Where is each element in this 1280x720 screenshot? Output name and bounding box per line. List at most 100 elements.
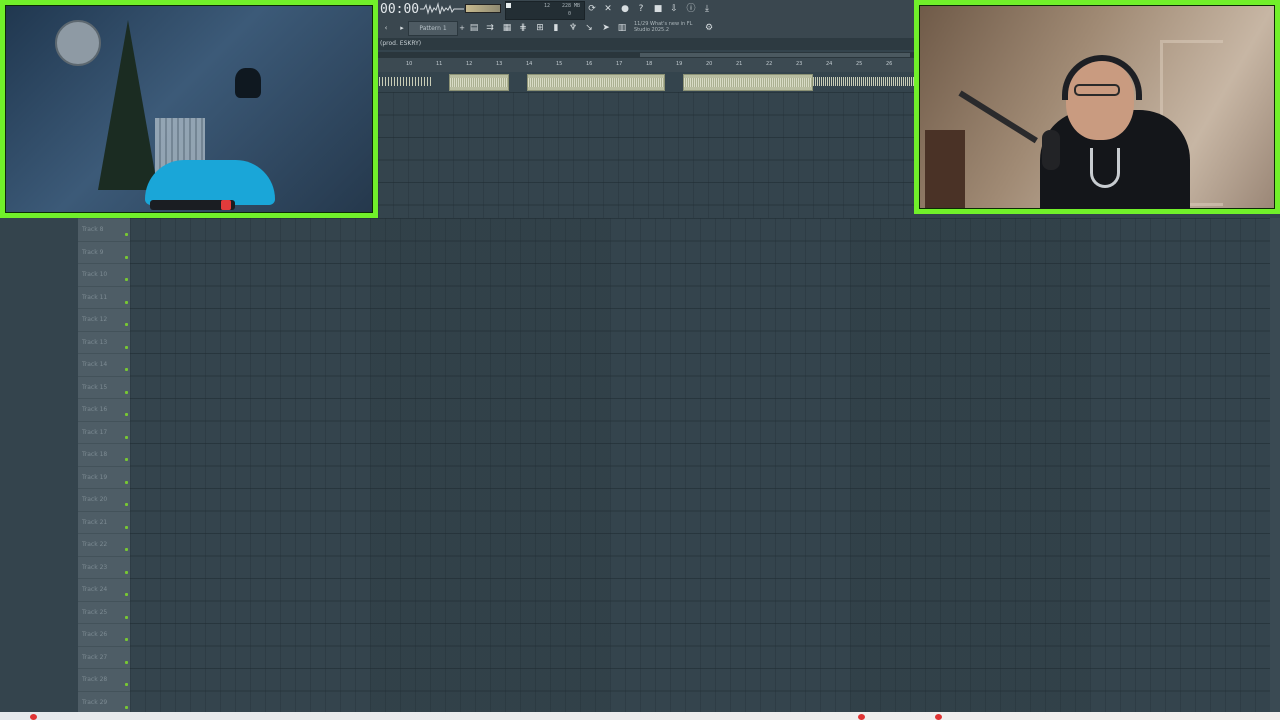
info-icon[interactable]: ⓘ	[685, 3, 697, 15]
timeline-bar-number: 21	[736, 61, 743, 67]
master-volume-slider[interactable]	[465, 4, 501, 13]
track-enable-led[interactable]	[125, 683, 128, 686]
audio-clip[interactable]	[449, 74, 509, 91]
timeline-bar-number: 12	[466, 61, 473, 67]
track-enable-led[interactable]	[125, 413, 128, 416]
track-enable-led[interactable]	[125, 480, 128, 484]
tempo-icon[interactable]: ➤	[600, 22, 612, 34]
track-enable-led[interactable]	[125, 435, 128, 439]
track-header[interactable]: Track 14	[78, 353, 130, 376]
cpu-indicator-icon	[506, 3, 511, 8]
touch-keyboard-icon[interactable]: ⊞	[534, 22, 546, 34]
track-header[interactable]: Track 13	[78, 330, 130, 354]
hanging-hat	[235, 68, 261, 98]
track-header[interactable]: Track 21	[78, 510, 130, 534]
browser-icon[interactable]: ▦	[501, 22, 513, 34]
playlist-vertical-scrollbar[interactable]	[1270, 218, 1280, 713]
track-label: Track 16	[82, 406, 108, 413]
track-header[interactable]: Track 17	[78, 420, 130, 444]
track-label: Track 24	[82, 586, 108, 593]
timeline-bar-number: 13	[496, 61, 503, 67]
download-icon[interactable]: ⤓	[701, 3, 713, 15]
track-header[interactable]: Track 28	[78, 668, 130, 691]
track-enable-led[interactable]	[125, 233, 128, 236]
settings-icon[interactable]: ⚙	[703, 22, 715, 34]
audio-clip[interactable]	[527, 74, 665, 91]
track-enable-led[interactable]	[125, 548, 128, 551]
track-label: Track 11	[82, 293, 108, 301]
track-header[interactable]: Track 9	[78, 240, 130, 264]
track-header[interactable]: Track 29	[78, 690, 130, 714]
export-icon[interactable]: ⇩	[668, 3, 680, 15]
metronome-icon[interactable]: ▥	[616, 22, 628, 34]
news-panel[interactable]: 11/29 What's new in FL Studio 2025.2	[634, 21, 704, 33]
track-enable-led[interactable]	[125, 638, 128, 641]
track-enable-led[interactable]	[125, 660, 128, 664]
track-enable-led[interactable]	[125, 255, 128, 259]
track-enable-led[interactable]	[125, 278, 128, 281]
playlist-title: (prod. ESKRY)	[380, 40, 422, 47]
track-header[interactable]: Track 26	[78, 623, 130, 646]
track-header[interactable]: Track 27	[78, 645, 130, 669]
timeline-bar-number: 17	[616, 61, 623, 67]
track-enable-led[interactable]	[125, 368, 128, 371]
track-header[interactable]: Track 23	[78, 555, 130, 579]
help-icon[interactable]: ?	[635, 3, 647, 15]
track-header[interactable]: Track 8	[78, 218, 130, 241]
track-enable-led[interactable]	[125, 705, 128, 709]
arrow-icon[interactable]: ↘	[583, 22, 595, 34]
pattern-selector[interactable]: Pattern 1	[408, 21, 458, 36]
audio-clip-waveform[interactable]	[379, 74, 431, 91]
track-header[interactable]: Track 12	[78, 308, 130, 331]
track-header[interactable]: Track 22	[78, 533, 130, 556]
track-header[interactable]: Track 15	[78, 375, 130, 399]
pattern-add-icon[interactable]: +	[456, 22, 468, 34]
piano-roll-icon[interactable]: ✕	[602, 3, 614, 15]
track-enable-led[interactable]	[125, 458, 128, 461]
track-enable-led[interactable]	[125, 525, 128, 529]
record-icon[interactable]: ●	[619, 3, 631, 15]
pattern-prev-icon[interactable]: ▸	[396, 22, 408, 34]
track-enable-led[interactable]	[125, 300, 128, 304]
track-enable-led[interactable]	[125, 615, 128, 619]
track-label: Track 28	[82, 676, 108, 683]
timeline-bar-number: 24	[826, 61, 833, 67]
track-header[interactable]: Track 10	[78, 263, 130, 286]
track-label: Track 23	[82, 563, 108, 571]
os-taskbar[interactable]	[0, 712, 1280, 720]
polyphony-value: 0	[568, 11, 572, 17]
track-header[interactable]: Track 16	[78, 398, 130, 421]
taskbar-notification-icon[interactable]	[30, 714, 37, 720]
audio-clip[interactable]	[683, 74, 813, 91]
playlist-title-bar	[378, 38, 914, 50]
track-header[interactable]: Track 24	[78, 578, 130, 601]
track-header[interactable]: Track 20	[78, 488, 130, 511]
track-enable-led[interactable]	[125, 390, 128, 394]
mixer-icon[interactable]: ▤	[468, 22, 480, 34]
scrollbar-thumb[interactable]	[640, 53, 910, 57]
track-enable-led[interactable]	[125, 345, 128, 349]
channel-rack-icon[interactable]: ⇉	[484, 22, 496, 34]
taskbar-notification-icon[interactable]	[858, 714, 865, 720]
audio-clip-waveform[interactable]	[813, 74, 914, 91]
playlist-icon[interactable]: ⟳	[586, 3, 598, 15]
plug-icon[interactable]: ♆	[567, 22, 579, 34]
timeline-bar-number: 10	[406, 61, 413, 67]
track-header[interactable]: Track 11	[78, 285, 130, 309]
song-time-display[interactable]: 00:00	[380, 2, 419, 17]
track-enable-led[interactable]	[125, 503, 128, 506]
timeline-bar-number: 26	[886, 61, 893, 67]
track-enable-led[interactable]	[125, 323, 128, 326]
playlist-grid[interactable]	[130, 218, 1270, 713]
track-enable-led[interactable]	[125, 570, 128, 574]
plugin-picker-icon[interactable]: ⋕	[517, 22, 529, 34]
track-header[interactable]: Track 18	[78, 443, 130, 466]
track-header[interactable]: Track 25	[78, 600, 130, 624]
save-icon[interactable]: ■	[652, 3, 664, 15]
taskbar-notification-icon[interactable]	[935, 714, 942, 720]
track-enable-led[interactable]	[125, 593, 128, 596]
audio-editor-icon[interactable]: ▮	[550, 22, 562, 34]
track-header[interactable]: Track 19	[78, 465, 130, 489]
menu-arrow-icon[interactable]: ‹	[380, 22, 392, 34]
playlist-grid-upper[interactable]	[378, 92, 914, 218]
